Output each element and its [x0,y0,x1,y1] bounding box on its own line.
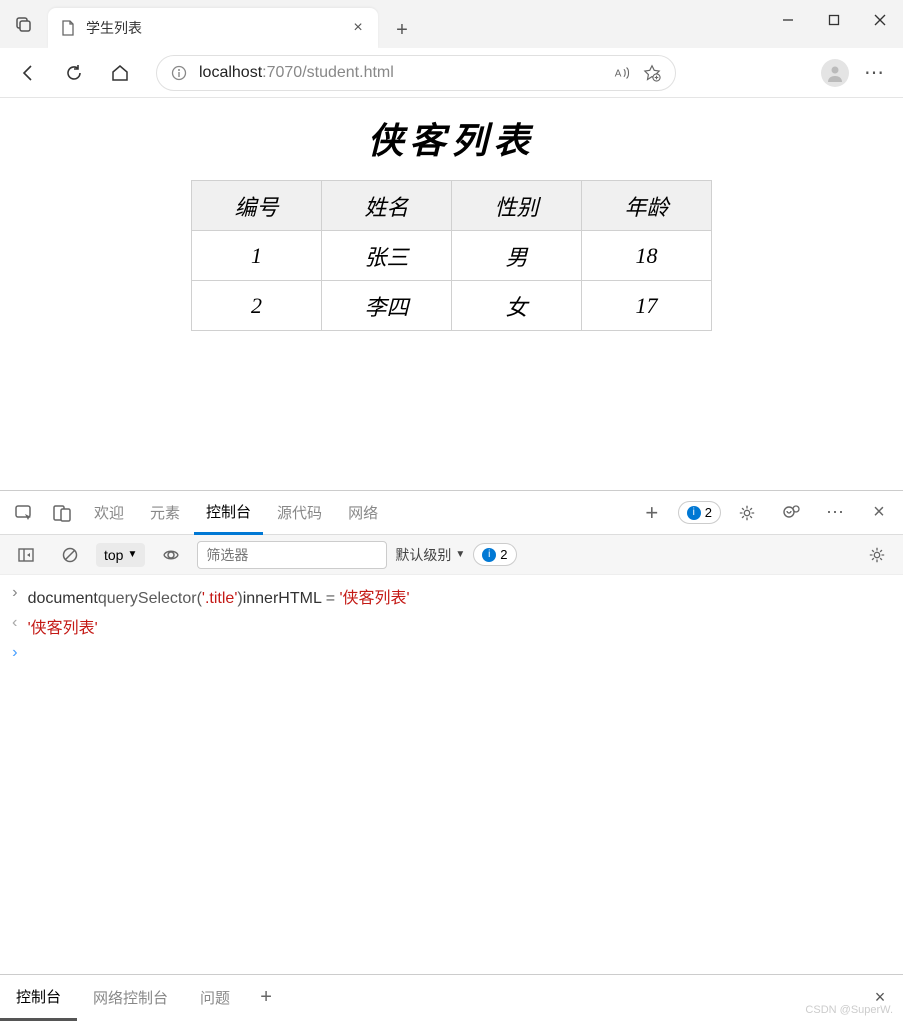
issues-pill[interactable]: i2 [678,501,721,524]
console-body[interactable]: › documentquerySelector('.title')innerHT… [0,575,903,974]
browser-titlebar: 学生列表 × + [0,0,903,48]
favorite-icon[interactable] [643,64,661,82]
page-heading: 侠客列表 [0,112,903,164]
menu-button[interactable]: ⋯ [855,60,895,85]
drawer-tab-netconsole[interactable]: 网络控制台 [77,975,184,1021]
read-aloud-icon[interactable]: A [613,64,631,82]
watermark: CSDN @SuperW. [805,1004,893,1016]
drawer-tab-console[interactable]: 控制台 [0,975,77,1021]
console-issues-pill[interactable]: i2 [473,543,516,566]
drawer-tab-issues[interactable]: 问题 [184,975,246,1021]
browser-tab[interactable]: 学生列表 × [48,8,378,48]
minimize-button[interactable] [765,0,811,40]
table-row: 2李四女17 [192,281,712,331]
address-bar[interactable]: localhost:7070/student.html A [156,55,676,91]
svg-text:A: A [615,68,622,79]
table-cell: 17 [582,281,712,331]
drawer-add-tab[interactable]: + [246,986,286,1009]
new-tab-button[interactable]: + [384,12,420,48]
table-cell: 2 [192,281,322,331]
tab-title: 学生列表 [86,18,338,38]
home-button[interactable] [100,53,140,93]
devtools-tab-elements[interactable]: 元素 [138,491,192,535]
device-icon[interactable] [44,495,80,531]
close-button[interactable] [857,0,903,40]
filter-input[interactable] [197,541,387,569]
back-button[interactable] [8,53,48,93]
tabstrip: 学生列表 × + [48,0,765,48]
devtools-close[interactable]: × [861,495,897,531]
console-toolbar: top▼ 默认级别▼ i2 [0,535,903,575]
toggle-sidebar-icon[interactable] [8,537,44,573]
refresh-button[interactable] [54,53,94,93]
table-cell: 李四 [322,281,452,331]
table-cell: 18 [582,231,712,281]
context-selector[interactable]: top▼ [96,543,145,567]
live-expr-icon[interactable] [153,537,189,573]
console-prompt[interactable]: › [10,641,893,665]
tab-actions-button[interactable] [0,0,48,48]
table-cell: 男 [452,231,582,281]
browser-toolbar: localhost:7070/student.html A ⋯ [0,48,903,98]
table-header: 姓名 [322,181,452,231]
table-header: 编号 [192,181,322,231]
window-controls [765,0,903,40]
inspect-icon[interactable] [6,495,42,531]
devtools-tab-welcome[interactable]: 欢迎 [82,491,136,535]
devtools-tab-sources[interactable]: 源代码 [265,491,334,535]
devtools-tabbar: 欢迎 元素 控制台 源代码 网络 + i2 ⋯ × [0,491,903,535]
table-cell: 张三 [322,231,452,281]
table-row: 1张三男18 [192,231,712,281]
table-header: 性别 [452,181,582,231]
clear-console-icon[interactable] [52,537,88,573]
console-output-line: ‹ '侠客列表' [10,611,893,641]
devtools-tab-console[interactable]: 控制台 [194,491,263,535]
site-info-icon [171,65,187,81]
tab-close-button[interactable]: × [348,18,368,38]
profile-button[interactable] [821,59,849,87]
url-text: localhost:7070/student.html [199,64,394,82]
console-input-line: › documentquerySelector('.title')innerHT… [10,581,893,611]
devtools-panel: 欢迎 元素 控制台 源代码 网络 + i2 ⋯ × top▼ 默认级别▼ i2 … [0,490,903,1020]
table-header: 年龄 [582,181,712,231]
feedback-icon[interactable] [773,495,809,531]
student-table: 编号姓名性别年龄 1张三男182李四女17 [191,180,712,331]
devtools-more-tabs[interactable]: + [634,495,670,531]
page-icon [60,20,76,36]
settings-icon[interactable] [729,495,765,531]
log-levels[interactable]: 默认级别▼ [395,545,465,565]
devtools-tab-network[interactable]: 网络 [336,491,390,535]
devtools-menu[interactable]: ⋯ [817,495,853,531]
devtools-drawer-tabs: 控制台 网络控制台 问题 + × [0,974,903,1020]
console-settings-icon[interactable] [859,537,895,573]
maximize-button[interactable] [811,0,857,40]
table-cell: 1 [192,231,322,281]
table-cell: 女 [452,281,582,331]
page-content: 侠客列表 编号姓名性别年龄 1张三男182李四女17 [0,98,903,490]
